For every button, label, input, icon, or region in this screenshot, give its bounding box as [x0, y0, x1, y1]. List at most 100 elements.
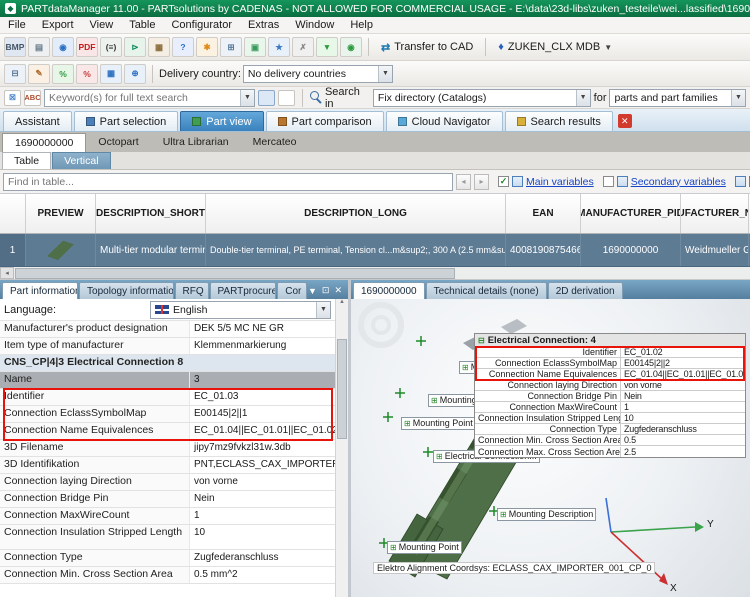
menu-export[interactable]: Export	[34, 19, 82, 31]
property-row[interactable]: IdentifierEC_01.03	[0, 389, 335, 406]
secondary-variables-toggle[interactable]: ✓ Secondary variables	[603, 176, 726, 188]
tab-topology-information[interactable]: Topology information	[79, 282, 174, 299]
property-row[interactable]: Name3	[0, 372, 335, 389]
topology-toggle[interactable]: Topolo	[735, 176, 750, 188]
tab-part-selection[interactable]: Part selection	[74, 111, 179, 131]
menu-configurator[interactable]: Configurator	[163, 19, 240, 31]
image-transfer-icon[interactable]: ▣	[244, 37, 266, 57]
tab-assistant[interactable]: Assistant	[3, 111, 72, 131]
fulltext-search-combo[interactable]: ▼	[44, 89, 255, 107]
tools-delete-icon[interactable]: ✗	[292, 37, 314, 57]
3d-viewport[interactable]: ⊞Mounting Point⊞Mounting Point⊞Mounting …	[351, 299, 750, 597]
find-prev-button[interactable]: ◂	[456, 174, 471, 190]
bmp-export-icon[interactable]: BMP	[4, 37, 26, 57]
measure-dropdown-icon[interactable]: ▼	[316, 37, 338, 57]
model-annotation[interactable]: ⊞Mounting Point	[401, 417, 476, 430]
document-tab-active[interactable]: 1690000000	[2, 133, 86, 152]
close-tab-button[interactable]: ✕	[618, 114, 632, 128]
annotate-icon[interactable]: ✎	[28, 64, 50, 84]
scrollbar-thumb[interactable]	[337, 339, 347, 439]
main-variables-link[interactable]: Main variables	[526, 176, 594, 188]
web-services-icon[interactable]: ◉	[340, 37, 362, 57]
secondary-variables-checkbox[interactable]: ✓	[603, 176, 614, 187]
tab-cor[interactable]: Cor	[277, 282, 307, 299]
tab-technical-details-none[interactable]: Technical details (none)	[426, 282, 547, 299]
chevron-down-icon[interactable]: ▼	[378, 66, 392, 82]
model-annotation[interactable]: ⊞Mounting Point	[387, 541, 462, 554]
column-header-manufacturer-pid[interactable]: MANUFACTURER_PID	[581, 194, 681, 233]
main-variables-toggle[interactable]: ✓ Main variables	[498, 176, 594, 188]
settings-star-icon[interactable]: ✱	[196, 37, 218, 57]
column-header-description-long[interactable]: DESCRIPTION_LONG	[206, 194, 506, 233]
search-for-select[interactable]: parts and part families ▼	[609, 89, 746, 107]
chevron-down-icon[interactable]: ▼	[308, 286, 317, 296]
globe-icon[interactable]: ◉	[52, 37, 74, 57]
secondary-variables-link[interactable]: Secondary variables	[631, 176, 726, 188]
table-row[interactable]: 1Multi-tier modular terminalDouble-tier …	[0, 234, 750, 267]
structure-icon[interactable]: ★	[268, 37, 290, 57]
tab-table[interactable]: Table	[2, 152, 51, 169]
find-next-button[interactable]: ▸	[474, 174, 489, 190]
property-row[interactable]: Connection EclassSymbolMapE00145|2||1	[0, 406, 335, 423]
property-row[interactable]: Connection MaxWireCount1	[0, 508, 335, 525]
tab-partprocure[interactable]: PARTprocure	[210, 282, 277, 299]
column-header-preview[interactable]: PREVIEW	[26, 194, 96, 233]
property-row[interactable]: 3D Filenamejipy7mz9fvkzl31w.3db	[0, 440, 335, 457]
property-row[interactable]: Item type of manufacturerKlemmenmarkieru…	[0, 338, 335, 355]
main-variables-checkbox[interactable]: ✓	[498, 176, 509, 187]
float-panel-icon[interactable]: ⊡	[322, 285, 330, 296]
catalog-selector[interactable]: ♦ ZUKEN_CLX MDB ▼	[492, 39, 618, 55]
chevron-down-icon[interactable]: ▼	[576, 90, 590, 106]
property-row[interactable]: Connection Min. Cross Section Area0.5 mm…	[0, 567, 335, 584]
property-row[interactable]: Connection Name EquivalencesEC_01.04||EC…	[0, 423, 335, 440]
property-row[interactable]: Connection laying Directionvon vorne	[0, 474, 335, 491]
help-icon[interactable]: ?	[172, 37, 194, 57]
fulltext-search-input[interactable]	[49, 92, 236, 104]
tab-part-view[interactable]: Part view	[180, 111, 263, 131]
table-remove-icon[interactable]: ▦	[100, 64, 122, 84]
section-header-row[interactable]: CNS_CP|4|3 Electrical Connection 8	[0, 355, 335, 372]
property-row[interactable]: 3D IdentifikationPNT,ECLASS_CAX_IMPORTER…	[0, 457, 335, 474]
accept-percent-icon[interactable]: %	[52, 64, 74, 84]
property-row[interactable]: Connection Bridge PinNein	[0, 491, 335, 508]
horizontal-scrollbar[interactable]: ◂	[0, 267, 750, 280]
tab-part-comparison[interactable]: Part comparison	[266, 111, 384, 131]
find-in-table-combo[interactable]	[3, 173, 453, 191]
tab-cloud-navigator[interactable]: Cloud Navigator	[386, 111, 503, 131]
tab-mercateo[interactable]: Mercateo	[241, 132, 309, 152]
print-icon[interactable]: ▤	[28, 37, 50, 57]
column-header-description-short[interactable]: DESCRIPTION_SHORT	[96, 194, 206, 233]
checkbox-x-icon[interactable]: ☒	[4, 90, 21, 106]
chevron-down-icon[interactable]: ▼	[731, 90, 745, 106]
tab-vertical[interactable]: Vertical	[52, 152, 110, 169]
chevron-down-icon[interactable]: ▼	[240, 90, 254, 106]
language-select[interactable]: English ▼	[150, 301, 331, 319]
menu-file[interactable]: File	[0, 19, 34, 31]
tab-search-results[interactable]: Search results	[505, 111, 613, 131]
property-row[interactable]: Connection Insulation Stripped Length10	[0, 525, 335, 550]
tab-rfq[interactable]: RFQ	[175, 282, 209, 299]
search-in-select[interactable]: Fix directory (Catalogs) ▼	[373, 89, 591, 107]
window-layout-icon[interactable]: ⊞	[220, 37, 242, 57]
menu-view[interactable]: View	[82, 19, 122, 31]
menu-table[interactable]: Table	[121, 19, 163, 31]
vertical-scrollbar[interactable]: ▲	[335, 299, 348, 597]
chevron-down-icon[interactable]: ▼	[316, 302, 330, 318]
panel-view-icon[interactable]: ⊟	[4, 64, 26, 84]
export-table-icon[interactable]: ⊳	[124, 37, 146, 57]
reject-percent-icon[interactable]: %	[76, 64, 98, 84]
property-row[interactable]: Connection TypeZugfederanschluss	[0, 550, 335, 567]
scrollbar-thumb[interactable]	[15, 268, 455, 279]
menu-extras[interactable]: Extras	[240, 19, 287, 31]
property-row[interactable]: Manufacturer's product designationDEK 5/…	[0, 321, 335, 338]
menu-window[interactable]: Window	[287, 19, 342, 31]
scroll-left-button[interactable]: ◂	[0, 267, 14, 279]
menu-help[interactable]: Help	[342, 19, 381, 31]
tab-part-information[interactable]: Part information	[2, 282, 78, 299]
table-link-icon[interactable]: ▦	[148, 37, 170, 57]
tab-2d-derivation[interactable]: 2D derivation	[548, 282, 623, 299]
filter-blank-icon[interactable]	[278, 90, 295, 106]
pdf-export-icon[interactable]: PDF	[76, 37, 98, 57]
abc-spellcheck-icon[interactable]: ABC	[24, 90, 41, 106]
collapse-box-icon[interactable]: ⊟	[478, 336, 485, 345]
